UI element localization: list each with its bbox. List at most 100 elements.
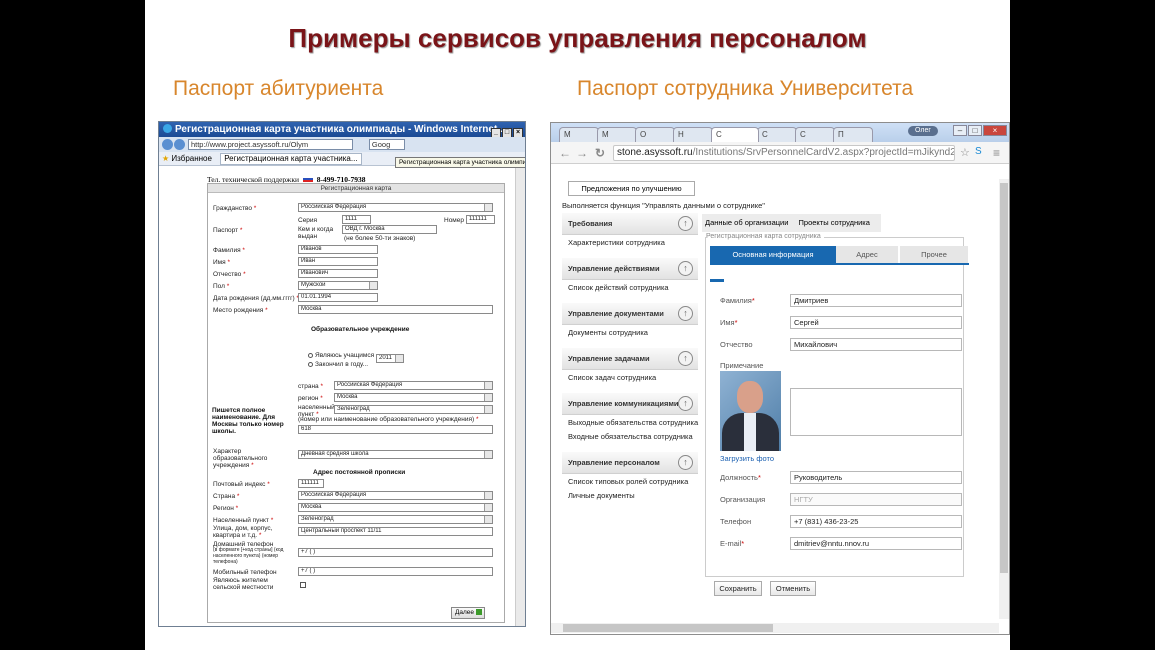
locality-select[interactable]: Зеленоград xyxy=(334,405,493,414)
minimize-icon[interactable]: – xyxy=(953,125,967,136)
tab-main-info[interactable]: Основная информация xyxy=(710,246,836,263)
addr-locality-select[interactable]: Зеленоград xyxy=(298,515,493,524)
chrome-tab-6[interactable]: С xyxy=(757,127,797,142)
last-name-input[interactable]: Дмитриев xyxy=(790,294,962,307)
radio-graduated-icon[interactable] xyxy=(308,362,313,367)
sidebar-head-personnel[interactable]: Управление персоналом ↑ xyxy=(562,452,698,474)
ie-scrollbar[interactable] xyxy=(515,166,525,626)
patronymic-input[interactable]: Михайлович xyxy=(790,338,962,351)
next-button[interactable]: Далее xyxy=(451,607,485,619)
bookmark-star-icon[interactable]: ☆ xyxy=(960,146,970,159)
sidebar-item-actions-list[interactable]: Список действий сотрудника xyxy=(562,280,698,295)
arrow-up-icon[interactable]: ↑ xyxy=(678,351,693,366)
horizontal-scrollbar[interactable] xyxy=(551,623,999,633)
ie-url-input[interactable]: http://www.project.asyssoft.ru/Olym xyxy=(187,139,353,150)
arrow-up-icon[interactable]: ↑ xyxy=(678,306,693,321)
close-icon[interactable]: × xyxy=(983,125,1007,136)
reload-icon[interactable]: ↻ xyxy=(595,146,605,160)
edu-type-select[interactable]: Дневная средняя школа xyxy=(298,450,493,459)
phone-input[interactable]: +7 (831) 436-23-25 xyxy=(790,515,962,528)
last-name-input[interactable]: Иванов xyxy=(298,245,378,254)
tab-address[interactable]: Адрес xyxy=(836,246,898,263)
sidebar-item-personal-docs[interactable]: Личные документы xyxy=(562,489,698,503)
birthdate-input[interactable]: 01.01.1994 xyxy=(298,293,378,302)
arrow-up-icon[interactable]: ↑ xyxy=(678,455,693,470)
email-input[interactable]: dmitriev@nntu.nnov.ru xyxy=(790,537,962,550)
first-name-input[interactable]: Сергей xyxy=(790,316,962,329)
home-phone-input[interactable]: +7 ( ) xyxy=(298,548,493,557)
save-button[interactable]: Сохранить xyxy=(714,581,762,596)
suggest-improvements-button[interactable]: Предложения по улучшению xyxy=(568,181,695,196)
region-select[interactable]: Москва xyxy=(334,393,493,402)
ie-tab[interactable]: Регистрационная карта участника... xyxy=(220,153,362,165)
vertical-scrollbar[interactable] xyxy=(999,179,1009,619)
sidebar-item-roles[interactable]: Список типовых ролей сотрудника xyxy=(562,474,698,489)
sidebar-head-tasks[interactable]: Управление задачами ↑ xyxy=(562,348,698,370)
issued-input[interactable]: ОВД г. Москва xyxy=(342,225,437,234)
patronymic-input[interactable]: Иванович xyxy=(298,269,378,278)
chrome-tab-1[interactable]: М xyxy=(559,127,599,142)
note-textarea[interactable] xyxy=(790,388,962,436)
sidebar-item-incoming[interactable]: Входные обязательства сотрудника xyxy=(562,430,698,444)
chrome-tab-active[interactable]: С xyxy=(711,127,759,142)
skype-icon[interactable]: S xyxy=(975,146,982,157)
addr-country-select[interactable]: Российская Федерация xyxy=(298,491,493,500)
chrome-url-input[interactable]: stone.asyssoft.ru/Institutions/SrvPerson… xyxy=(613,145,955,161)
arrow-up-icon[interactable]: ↑ xyxy=(678,216,693,231)
ie-page: Тел. технической поддержки 8-499-710-793… xyxy=(159,166,525,626)
sidebar-item-characteristics[interactable]: Характеристики сотрудника xyxy=(562,235,698,250)
addr-region-select[interactable]: Москва xyxy=(298,503,493,512)
arrow-up-icon[interactable]: ↑ xyxy=(678,396,693,411)
radio-studying[interactable]: Являюсь учащимся xyxy=(308,352,374,359)
year-select[interactable]: 2011 xyxy=(376,354,404,363)
sidebar-head-documents[interactable]: Управление документами ↑ xyxy=(562,303,698,325)
citizenship-select[interactable]: Российская Федерация xyxy=(298,203,493,212)
position-input[interactable]: Руководитель xyxy=(790,471,962,484)
sidebar-item-outgoing[interactable]: Выходные обязательства сотрудника xyxy=(562,415,698,430)
forward-icon[interactable]: → xyxy=(576,146,588,160)
cancel-button[interactable]: Отменить xyxy=(770,581,816,596)
ie-search-input[interactable]: Goog xyxy=(368,139,405,150)
maximize-icon[interactable]: □ xyxy=(968,125,982,136)
favorites-button[interactable]: Избранное xyxy=(171,154,212,163)
arrow-up-icon[interactable]: ↑ xyxy=(678,261,693,276)
radio-studying-icon[interactable] xyxy=(308,353,313,358)
chrome-tab-7[interactable]: С xyxy=(795,127,835,142)
first-name-input[interactable]: Иван xyxy=(298,257,378,266)
organization-input[interactable]: НГТУ xyxy=(790,493,962,506)
sidebar-item-tasks[interactable]: Список задач сотрудника xyxy=(562,370,698,385)
tab-other[interactable]: Прочее xyxy=(900,246,968,263)
chrome-tab-2[interactable]: М xyxy=(597,127,637,142)
rural-checkbox[interactable] xyxy=(300,582,306,588)
chrome-tab-3[interactable]: О xyxy=(635,127,675,142)
sidebar-head-communications[interactable]: Управление коммуникациями ↑ xyxy=(562,393,698,415)
number-input[interactable]: 111111 xyxy=(466,215,495,224)
postcode-input[interactable]: 111111 xyxy=(298,479,324,488)
passport-label: Паспорт xyxy=(213,227,242,234)
country-select[interactable]: Российская Федерация xyxy=(334,381,493,390)
sidebar-item-documents[interactable]: Документы сотрудника xyxy=(562,325,698,340)
sidebar-head-actions[interactable]: Управление действиями ↑ xyxy=(562,258,698,280)
tab-organization-data[interactable]: Данные об организации xyxy=(705,218,788,227)
scroll-thumb[interactable] xyxy=(563,624,773,632)
street-input[interactable]: Центральный проспект 11/11 xyxy=(298,527,493,536)
back-icon[interactable] xyxy=(162,139,173,150)
upload-photo-link[interactable]: Загрузить фото xyxy=(720,454,774,463)
school-input[interactable]: 618 xyxy=(298,425,493,434)
chrome-tab-4[interactable]: Н xyxy=(673,127,713,142)
scroll-thumb[interactable] xyxy=(1000,183,1008,573)
series-input[interactable]: 1111 xyxy=(342,215,371,224)
tab-employee-projects[interactable]: Проекты сотрудника xyxy=(799,218,870,227)
mobile-input[interactable]: +7 ( ) xyxy=(298,567,493,576)
addr-locality-label: Населенный пункт xyxy=(213,517,273,524)
sidebar-head-requirements[interactable]: Требования ↑ xyxy=(562,213,698,235)
chrome-tab-8[interactable]: П xyxy=(833,127,873,142)
gender-select[interactable]: Мужской xyxy=(298,281,378,290)
menu-icon[interactable]: ≡ xyxy=(993,146,1000,160)
series-label: Серия xyxy=(298,217,318,224)
forward-icon[interactable] xyxy=(174,139,185,150)
back-icon[interactable]: ← xyxy=(559,146,571,160)
birthplace-input[interactable]: Москва xyxy=(298,305,493,314)
radio-graduated[interactable]: Закончил в году... xyxy=(308,361,368,368)
user-badge[interactable]: Олег xyxy=(908,126,938,136)
